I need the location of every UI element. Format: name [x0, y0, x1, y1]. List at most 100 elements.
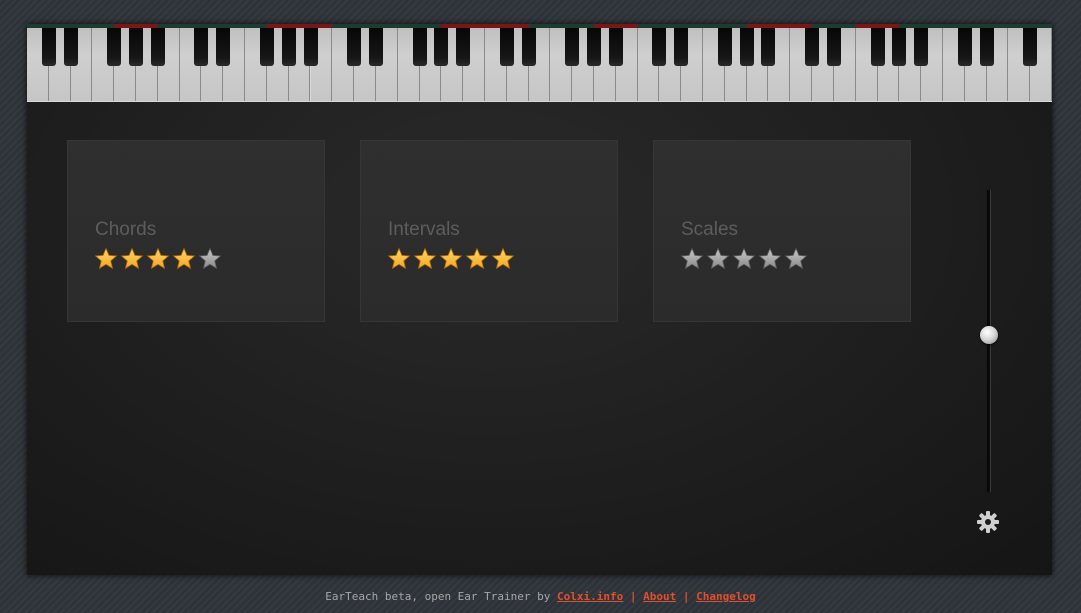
key-indicator — [942, 24, 965, 28]
key-indicator — [332, 24, 355, 28]
key-indicator — [1008, 24, 1031, 28]
key-indicator — [70, 24, 93, 28]
piano-black-key[interactable] — [63, 24, 78, 66]
piano-black-key[interactable] — [1023, 24, 1038, 66]
piano-keyboard[interactable] — [27, 24, 1052, 102]
piano-black-key[interactable] — [870, 24, 885, 66]
exercise-title: Intervals — [388, 219, 460, 240]
piano-black-key[interactable] — [826, 24, 841, 66]
app-window: Chords Intervals Scales — [27, 24, 1052, 575]
piano-black-key[interactable] — [368, 24, 383, 66]
piano-black-key[interactable] — [717, 24, 732, 66]
colxi-link[interactable]: Colxi.info — [557, 590, 623, 603]
piano-black-key[interactable] — [194, 24, 209, 66]
piano-black-key[interactable] — [456, 24, 471, 66]
piano-black-key[interactable] — [805, 24, 820, 66]
piano-black-key[interactable] — [892, 24, 907, 66]
piano-black-key[interactable] — [41, 24, 56, 66]
key-indicator — [594, 24, 616, 28]
star-empty-icon — [680, 247, 704, 271]
exercise-title: Chords — [95, 219, 157, 240]
key-indicator — [921, 24, 943, 28]
piano-black-key[interactable] — [674, 24, 689, 66]
exercise-card-scales[interactable]: Scales — [653, 140, 911, 322]
piano-black-key[interactable] — [259, 24, 274, 66]
star-filled-icon — [146, 247, 170, 271]
key-indicator — [201, 24, 224, 28]
star-empty-icon — [784, 247, 808, 271]
piano-black-key[interactable] — [565, 24, 580, 66]
key-indicator — [1030, 24, 1052, 28]
piano-black-key[interactable] — [587, 24, 602, 66]
star-filled-icon — [120, 247, 144, 271]
key-indicator — [354, 24, 376, 28]
piano-black-key[interactable] — [979, 24, 994, 66]
star-empty-icon — [732, 247, 756, 271]
piano-black-key[interactable] — [521, 24, 536, 66]
gear-icon[interactable] — [976, 510, 1000, 534]
piano-black-key[interactable] — [957, 24, 972, 66]
key-indicator — [703, 24, 725, 28]
key-indicator — [681, 24, 704, 28]
exercise-card-chords[interactable]: Chords — [67, 140, 325, 322]
piano-black-key[interactable] — [281, 24, 296, 66]
key-indicator — [659, 24, 682, 28]
footer-text: EarTeach beta, open Ear Trainer by — [325, 590, 558, 603]
exercise-title: Scales — [681, 219, 739, 240]
piano-black-key[interactable] — [434, 24, 449, 66]
piano-black-key[interactable] — [914, 24, 929, 66]
key-indicator-strip — [27, 24, 1052, 28]
piano-black-key[interactable] — [739, 24, 754, 66]
piano-black-key[interactable] — [499, 24, 514, 66]
key-indicator — [484, 24, 507, 28]
star-filled-icon — [387, 247, 411, 271]
key-indicator — [441, 24, 464, 28]
piano-black-key[interactable] — [652, 24, 667, 66]
key-indicator — [899, 24, 922, 28]
key-indicator — [572, 24, 594, 28]
key-indicator — [637, 24, 660, 28]
key-indicator — [768, 24, 791, 28]
piano-black-key[interactable] — [412, 24, 427, 66]
piano-black-key[interactable] — [216, 24, 231, 66]
key-indicator — [790, 24, 813, 28]
star-empty-icon — [198, 247, 222, 271]
key-indicator — [288, 24, 311, 28]
key-indicator — [136, 24, 158, 28]
piano-black-key[interactable] — [129, 24, 144, 66]
footer-separator: | — [682, 590, 690, 603]
star-filled-icon — [465, 247, 489, 271]
star-filled-icon — [94, 247, 118, 271]
piano-black-key[interactable] — [347, 24, 362, 66]
piano-black-key[interactable] — [150, 24, 165, 66]
piano-black-key[interactable] — [107, 24, 122, 66]
key-indicator — [615, 24, 638, 28]
changelog-link[interactable]: Changelog — [696, 590, 756, 603]
exercise-card-intervals[interactable]: Intervals — [360, 140, 618, 322]
volume-slider-handle[interactable] — [980, 325, 998, 344]
key-indicator — [812, 24, 834, 28]
star-filled-icon — [491, 247, 515, 271]
key-indicator — [114, 24, 137, 28]
key-indicator — [419, 24, 442, 28]
key-indicator — [27, 24, 49, 28]
key-indicator — [877, 24, 900, 28]
footer: EarTeach beta, open Ear Trainer by Colxi… — [0, 590, 1081, 603]
key-indicator — [48, 24, 71, 28]
about-link[interactable]: About — [643, 590, 676, 603]
piano-black-key[interactable] — [608, 24, 623, 66]
key-indicator — [506, 24, 529, 28]
key-indicator — [375, 24, 398, 28]
key-indicator — [310, 24, 333, 28]
key-indicator — [92, 24, 115, 28]
key-indicator — [179, 24, 202, 28]
piano-black-key[interactable] — [303, 24, 318, 66]
piano-black-key[interactable] — [761, 24, 776, 66]
key-indicator — [463, 24, 485, 28]
key-indicator — [397, 24, 420, 28]
key-indicator — [157, 24, 180, 28]
key-indicator — [833, 24, 856, 28]
star-filled-icon — [172, 247, 196, 271]
star-filled-icon — [413, 247, 437, 271]
key-indicator — [986, 24, 1009, 28]
